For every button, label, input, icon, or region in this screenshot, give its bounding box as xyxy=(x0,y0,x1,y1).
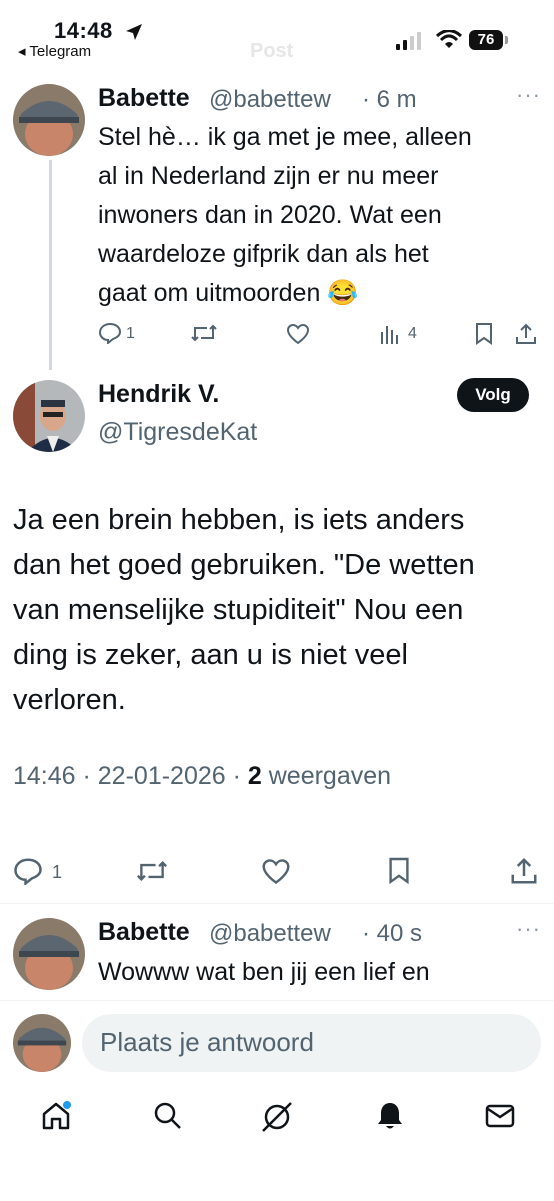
post-text: Ja een brein hebben, is iets anders dan … xyxy=(13,498,543,723)
post-text-line: ding is zeker, aan u is niet veel xyxy=(13,639,408,671)
tweet-text-line: al in Nederland zijn er nu meer xyxy=(98,162,439,190)
status-time: 14:48 xyxy=(54,18,113,43)
messages-icon[interactable] xyxy=(484,1102,516,1130)
share-icon[interactable] xyxy=(514,322,538,346)
post-author-name[interactable]: Hendrik V. xyxy=(98,380,219,409)
battery-tip xyxy=(505,36,508,44)
reply-author-name[interactable]: Babette xyxy=(98,918,190,947)
reply-icon[interactable] xyxy=(13,857,43,885)
like-icon[interactable] xyxy=(261,858,291,885)
post-views-label[interactable]: weergaven xyxy=(262,762,391,790)
avatar-babette[interactable] xyxy=(13,918,85,990)
my-avatar[interactable] xyxy=(13,1014,71,1072)
post-text-line: verloren. xyxy=(13,684,126,716)
avatar-hendrik[interactable] xyxy=(13,380,85,452)
post-views-count: 2 xyxy=(247,762,262,790)
tweet-text-line: inwoners dan in 2020. Wat een xyxy=(98,201,442,229)
tweet-time: · 6 m xyxy=(362,86,417,113)
post-text-line: van menselijke stupiditeit" Nou een xyxy=(13,594,464,626)
signal-icon xyxy=(396,32,421,50)
tweet-text-line: waardeloze gifprik dan als het xyxy=(98,240,429,268)
reply-icon[interactable] xyxy=(98,322,122,344)
tweet-author-name[interactable]: Babette xyxy=(98,84,190,113)
follow-button[interactable]: Volg xyxy=(457,378,529,412)
grok-icon[interactable] xyxy=(260,1100,294,1134)
more-icon[interactable]: ··· xyxy=(516,82,541,108)
share-icon[interactable] xyxy=(509,856,539,886)
reply-count: 1 xyxy=(126,325,135,342)
reply-text: Wowww wat ben jij een lief en xyxy=(98,958,430,986)
like-icon[interactable] xyxy=(286,323,310,345)
post-meta: 14:46 · 22-01-2026 · 2 weergaven xyxy=(13,762,391,791)
more-icon[interactable]: ··· xyxy=(516,916,541,942)
reply-input-placeholder[interactable]: Plaats je antwoord xyxy=(100,1027,314,1058)
location-arrow-icon xyxy=(126,24,142,40)
page-title: Post xyxy=(250,40,294,62)
home-icon[interactable] xyxy=(40,1100,72,1132)
post-reply-count: 1 xyxy=(52,862,63,882)
tweet-author-handle[interactable]: @babettew xyxy=(209,86,331,114)
reply-time: · 40 s xyxy=(362,920,423,947)
avatar-babette[interactable] xyxy=(13,84,85,156)
repost-icon[interactable] xyxy=(135,858,169,884)
tweet-text-line: gaat om uitmoorden 😂 xyxy=(98,279,359,307)
reply-author-handle[interactable]: @babettew xyxy=(209,920,331,948)
bookmark-icon[interactable] xyxy=(474,322,494,346)
post-text-line: dan het goed gebruiken. "De wetten xyxy=(13,549,475,581)
bookmark-icon[interactable] xyxy=(387,856,411,886)
back-to-telegram[interactable]: ◂ Telegram xyxy=(18,42,91,60)
thread-line xyxy=(49,160,52,370)
battery-indicator: 76 xyxy=(469,30,503,50)
views-icon[interactable] xyxy=(380,324,402,344)
wifi-icon xyxy=(436,30,462,48)
post-author-handle[interactable]: @TigresdeKat xyxy=(98,418,257,447)
tweet-text: Stel hè… ik ga met je mee, alleen al in … xyxy=(98,118,548,313)
repost-icon[interactable] xyxy=(190,322,218,344)
views-count: 4 xyxy=(408,325,417,342)
tweet-text-line: Stel hè… ik ga met je mee, alleen xyxy=(98,123,472,151)
post-timestamp: 14:46 · 22-01-2026 · xyxy=(13,762,248,790)
divider xyxy=(0,903,554,904)
search-icon[interactable] xyxy=(152,1100,184,1132)
post-text-line: Ja een brein hebben, is iets anders xyxy=(13,504,465,536)
notifications-icon[interactable] xyxy=(374,1100,406,1132)
